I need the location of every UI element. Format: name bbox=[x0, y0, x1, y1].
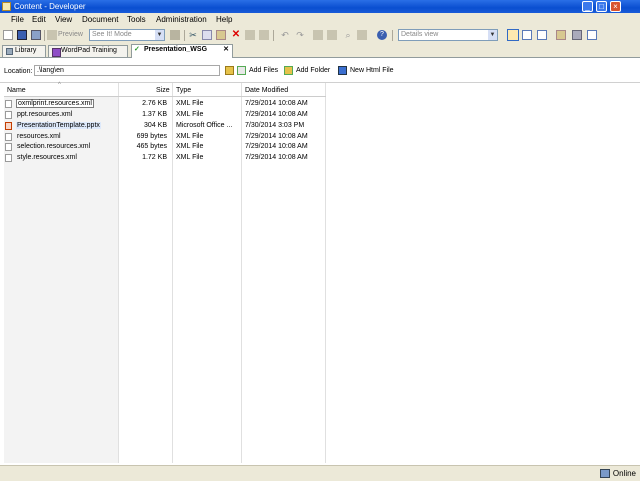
table-row[interactable]: oxmlprint.resources.xml 2.76 KB XML File… bbox=[4, 99, 326, 109]
add-folder-icon bbox=[284, 66, 293, 75]
column-header-name[interactable]: Name bbox=[7, 87, 26, 94]
new-document-icon[interactable] bbox=[3, 30, 13, 40]
find-icon[interactable]: ⌕ bbox=[343, 30, 353, 40]
outdent-icon[interactable] bbox=[313, 30, 323, 40]
tab-library[interactable]: Library bbox=[2, 45, 46, 57]
file-list: Name ^ Size Type Date Modified oxmlprint… bbox=[0, 82, 640, 465]
xml-file-icon bbox=[5, 154, 12, 162]
layout-icon[interactable] bbox=[587, 30, 597, 40]
preview-icon[interactable] bbox=[47, 30, 57, 40]
folder-up-icon[interactable] bbox=[556, 30, 566, 40]
table-row[interactable]: resources.xml 699 bytes XML File 7/29/20… bbox=[4, 132, 326, 142]
save-icon[interactable] bbox=[17, 30, 27, 40]
paste-icon[interactable] bbox=[216, 30, 226, 40]
column-header-type[interactable]: Type bbox=[176, 87, 191, 94]
xml-file-icon bbox=[5, 143, 12, 151]
split-view-icon[interactable] bbox=[537, 30, 547, 40]
redo-icon[interactable]: ↷ bbox=[295, 30, 305, 40]
location-bar: Location: .\lang\en Add Files Add Folder… bbox=[0, 58, 640, 83]
location-label: Location: bbox=[4, 68, 33, 75]
cut-icon[interactable]: ✂ bbox=[188, 30, 198, 40]
pptx-file-icon bbox=[5, 122, 12, 130]
chevron-down-icon: ▼ bbox=[155, 30, 164, 40]
new-html-file-icon bbox=[338, 66, 347, 75]
close-tab-icon[interactable]: ✕ bbox=[223, 45, 229, 55]
new-html-file-button[interactable]: New Html File bbox=[338, 66, 394, 75]
browse-folder-icon[interactable] bbox=[225, 66, 234, 75]
column-header-size[interactable]: Size bbox=[156, 87, 170, 94]
view-select[interactable]: Details view ▼ bbox=[398, 29, 498, 41]
chevron-down-icon: ▼ bbox=[488, 30, 497, 40]
table-row[interactable]: style.resources.xml 1.72 KB XML File 7/2… bbox=[4, 153, 326, 163]
document-tabs: Library WordPad Training ✓ Presentation_… bbox=[0, 44, 640, 58]
undo-icon[interactable]: ↶ bbox=[280, 30, 290, 40]
xml-file-icon bbox=[5, 100, 12, 108]
menu-document[interactable]: Document bbox=[82, 15, 118, 24]
menu-tools[interactable]: Tools bbox=[127, 15, 146, 24]
menu-bar: File Edit View Document Tools Administra… bbox=[0, 13, 640, 27]
indent-icon[interactable] bbox=[327, 30, 337, 40]
menu-administration[interactable]: Administration bbox=[156, 15, 207, 24]
list-view-icon[interactable] bbox=[522, 30, 532, 40]
module-icon bbox=[52, 48, 61, 57]
minimize-button[interactable]: _ bbox=[582, 1, 593, 12]
column-header-date[interactable]: Date Modified bbox=[245, 87, 288, 94]
help-icon[interactable]: ? bbox=[377, 30, 387, 40]
window-title: Content - Developer bbox=[14, 2, 86, 11]
add-files-icon bbox=[237, 66, 246, 75]
sort-ascending-icon: ^ bbox=[58, 82, 61, 88]
properties-icon[interactable] bbox=[245, 30, 255, 40]
table-row[interactable]: selection.resources.xml 465 bytes XML Fi… bbox=[4, 142, 326, 152]
window-icon[interactable] bbox=[572, 30, 582, 40]
preview-button[interactable]: Preview bbox=[58, 31, 83, 38]
library-icon bbox=[6, 48, 13, 55]
mode-select[interactable]: See It! Mode ▼ bbox=[89, 29, 165, 41]
menu-edit[interactable]: Edit bbox=[32, 15, 46, 24]
toolbar: Preview See It! Mode ▼ ✂ ✕ ↶ ↷ ⌕ ? Detai… bbox=[0, 27, 640, 45]
publish-icon[interactable] bbox=[170, 30, 180, 40]
xml-file-icon bbox=[5, 133, 12, 141]
link-icon[interactable] bbox=[259, 30, 269, 40]
status-bar: Online bbox=[0, 465, 640, 481]
save-all-icon[interactable] bbox=[31, 30, 41, 40]
tab-wordpad-training[interactable]: WordPad Training bbox=[48, 45, 128, 57]
network-icon bbox=[600, 469, 610, 478]
add-files-button[interactable]: Add Files bbox=[237, 66, 278, 75]
table-header: Name ^ Size Type Date Modified bbox=[4, 82, 326, 97]
table-row[interactable]: PresentationTemplate.pptx 304 KB Microso… bbox=[4, 121, 326, 131]
menu-help[interactable]: Help bbox=[216, 15, 232, 24]
checkmark-icon: ✓ bbox=[134, 46, 140, 53]
copy-icon[interactable] bbox=[202, 30, 212, 40]
status-text: Online bbox=[612, 469, 636, 478]
delete-icon[interactable]: ✕ bbox=[231, 30, 241, 40]
add-folder-button[interactable]: Add Folder bbox=[284, 66, 330, 75]
location-input[interactable]: .\lang\en bbox=[34, 65, 220, 76]
close-button[interactable]: × bbox=[610, 1, 621, 12]
table-row[interactable]: ppt.resources.xml 1.37 KB XML File 7/29/… bbox=[4, 110, 326, 120]
app-icon bbox=[2, 2, 11, 11]
maximize-button[interactable]: □ bbox=[596, 1, 607, 12]
replace-icon[interactable] bbox=[357, 30, 367, 40]
menu-view[interactable]: View bbox=[55, 15, 72, 24]
xml-file-icon bbox=[5, 111, 12, 119]
title-bar: Content - Developer _ □ × bbox=[0, 0, 640, 13]
menu-file[interactable]: File bbox=[11, 15, 24, 24]
details-view-icon[interactable] bbox=[507, 29, 519, 41]
tab-presentation-wsg[interactable]: ✓ Presentation_WSG ✕ bbox=[131, 44, 233, 58]
